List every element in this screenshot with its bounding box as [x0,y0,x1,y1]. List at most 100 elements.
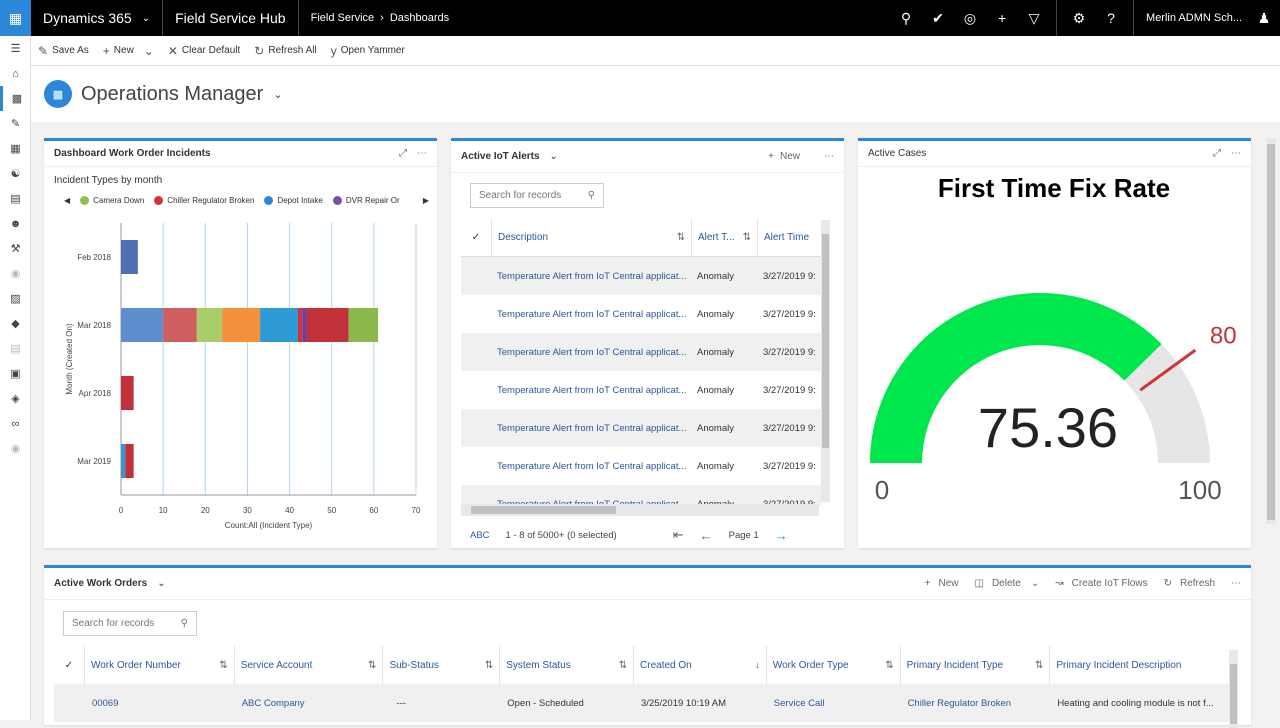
legend-item[interactable]: DVR Repair Or [332,196,400,205]
expand-icon[interactable]: ⤢ [1213,148,1221,159]
scrollbar-thumb[interactable] [1230,664,1237,724]
select-all-checkbox[interactable]: ✓ [54,660,84,671]
bar-segment[interactable] [121,240,138,274]
calendar-icon[interactable]: ▦ [0,136,31,161]
search-icon[interactable]: ⚲ [181,618,188,629]
product-icon[interactable]: ◈ [0,386,31,411]
chevron-down-icon[interactable]: ⌄ [1031,578,1039,589]
refresh-all-button[interactable]: ↻ Refresh All [247,44,323,58]
column-header[interactable]: System Status ⇅ [499,646,633,684]
next-page-icon[interactable]: → [775,528,788,543]
more-icon[interactable]: ⋯ [824,151,834,162]
description-link[interactable]: Temperature Alert from IoT Central appli… [491,309,691,320]
save-as-button[interactable]: ✎ Save As [31,44,96,58]
delete-button[interactable]: ◫ Delete ⌄ [975,578,1040,589]
page-title[interactable]: Operations Manager [81,83,263,106]
gear-icon[interactable]: ⚙ [1063,10,1095,27]
scrollbar-thumb[interactable] [471,506,616,514]
bar-segment[interactable] [306,308,349,342]
bar-segment[interactable] [348,308,379,342]
list-item[interactable]: Temperature Alert from IoT Central appli… [461,333,821,371]
hamburger-icon[interactable]: ☰ [0,36,31,61]
task-icon[interactable]: ✔ [922,10,954,27]
bar-segment[interactable] [302,308,307,342]
list-item[interactable]: Temperature Alert from IoT Central appli… [461,447,821,485]
schedule-icon[interactable]: ☯ [0,161,31,186]
bar-segment[interactable] [222,308,261,342]
refresh-button[interactable]: ↻ Refresh [1164,578,1215,589]
prev-page-icon[interactable]: ← [700,528,713,543]
bar-segment[interactable] [260,308,298,342]
create-iot-flows-button[interactable]: ↝ Create IoT Flows [1055,578,1147,589]
search-input[interactable]: Search for records ⚲ [63,611,197,636]
legend-next-icon[interactable]: ▶ [423,196,429,205]
column-header[interactable]: Work Order Type ⇅ [765,646,900,684]
sort-icon[interactable]: ⇅ [885,660,893,671]
legend-item[interactable]: Chiller Regulator Broken [154,196,254,205]
page-scrollbar[interactable] [1266,138,1276,524]
user-name[interactable]: Merlin ADMN Sch... [1140,0,1248,36]
bar-segment[interactable] [196,308,223,342]
list-item[interactable]: Temperature Alert from IoT Central appli… [461,409,821,447]
sort-icon[interactable]: ⇅ [1035,660,1043,671]
vertical-scrollbar[interactable] [1229,650,1238,728]
expand-icon[interactable]: ⤢ [399,148,407,159]
column-header[interactable]: Description ⇅ [491,218,691,256]
search-icon[interactable]: ⚲ [890,10,922,27]
search-icon[interactable]: ⚲ [588,190,595,201]
circle-icon[interactable]: ◉ [0,261,31,286]
clear-default-button[interactable]: ✕ Clear Default [161,44,247,58]
user-icon[interactable]: ♟ [1248,10,1280,27]
wrench-icon[interactable]: ⚒ [0,236,31,261]
open-yammer-button[interactable]: y Open Yammer [324,44,412,58]
description-link[interactable]: Temperature Alert from IoT Central appli… [491,385,691,396]
sort-icon[interactable]: ⇅ [677,232,685,243]
help-icon[interactable]: ? [1095,10,1127,26]
description-link[interactable]: Temperature Alert from IoT Central appli… [491,347,691,358]
account-icon[interactable]: ◉ [0,436,31,461]
table-row[interactable]: 00069 ABC Company --- Open - Scheduled 3/25/… [54,684,1229,722]
sort-icon[interactable]: ⇅ [485,660,493,671]
panel-title[interactable]: Active IoT Alerts [461,151,540,162]
more-icon[interactable]: ⋯ [1231,148,1241,159]
column-header[interactable]: Work Order Number ⇅ [83,646,234,684]
sort-icon[interactable]: ⇅ [368,660,376,671]
bar-segment[interactable] [163,308,197,342]
legend-item[interactable]: Camera Down [80,196,144,205]
list-item[interactable]: Temperature Alert from IoT Central appli… [461,371,821,409]
column-header[interactable]: Created On ↓ [633,646,766,684]
breadcrumb-item[interactable]: Field Service [311,12,375,24]
legend-prev-icon[interactable]: ◀ [64,196,70,205]
bar-segment[interactable] [121,444,126,478]
list-item[interactable]: Temperature Alert from IoT Central appli… [461,295,821,333]
search-input[interactable]: Search for records ⚲ [470,183,604,208]
breadcrumb-item[interactable]: Dashboards [390,12,449,24]
vertical-scrollbar[interactable] [821,220,830,502]
horizontal-scrollbar[interactable] [461,504,819,516]
more-icon[interactable]: ⋯ [1231,578,1241,589]
plus-icon[interactable]: + [986,10,1018,26]
bar-segment[interactable] [121,376,134,410]
column-header[interactable]: Alert T... ⇅ [691,218,757,256]
cell-work-order-type[interactable]: Service Call [766,698,900,709]
cell-primary-incident-type[interactable]: Chiller Regulator Broken [900,698,1050,709]
lightbulb-icon[interactable]: ◎ [954,10,986,27]
bar-segment[interactable] [125,444,134,478]
description-link[interactable]: Temperature Alert from IoT Central appli… [491,271,691,282]
cell-work-order-number[interactable]: 00069 [84,698,234,709]
list-item[interactable]: Temperature Alert from IoT Central appli… [461,485,821,506]
link-icon[interactable]: ∞ [0,411,31,436]
legend-item[interactable]: Depot Intake [264,196,323,205]
cell-service-account[interactable]: ABC Company [234,698,383,709]
jump-bar[interactable]: ABC [470,530,490,541]
scrollbar-thumb[interactable] [822,234,829,448]
person-icon[interactable]: ☻ [0,211,31,236]
new-button[interactable]: + New ⌄ [96,44,161,58]
work-order-icon[interactable]: ✎ [0,111,31,136]
document-icon[interactable]: ▤ [0,186,31,211]
list-icon[interactable]: ▤ [0,336,31,361]
module-name[interactable]: Field Service Hub [163,0,298,36]
chevron-down-icon[interactable]: ⌄ [157,578,165,589]
new-button[interactable]: + New [768,151,800,162]
chevron-down-icon[interactable]: ⌄ [273,88,282,101]
